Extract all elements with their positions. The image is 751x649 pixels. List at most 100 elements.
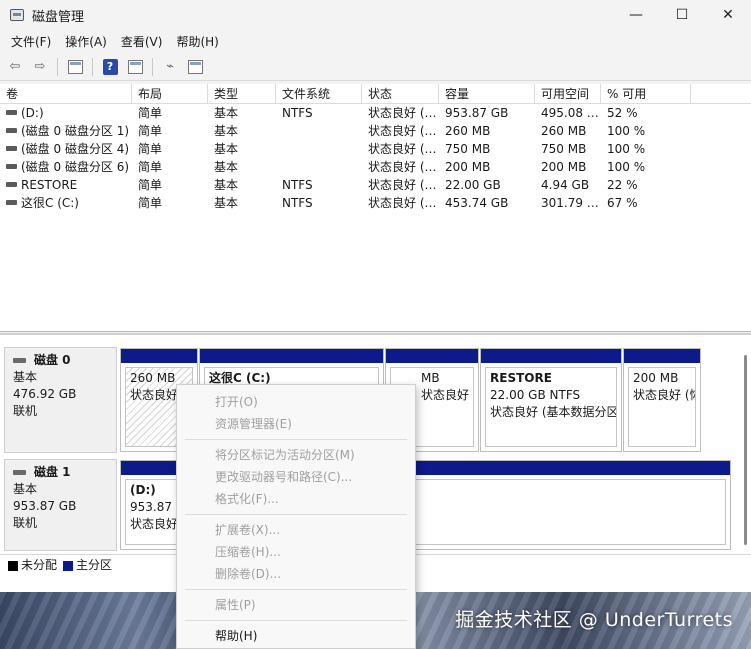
menu-file[interactable]: 文件(F) <box>4 33 58 50</box>
cell-free-space: 4.94 GB <box>535 176 601 194</box>
context-menu-item[interactable]: 资源管理器(E) <box>177 413 415 435</box>
cell-text: 状态良好 (… <box>368 142 437 156</box>
cell-text: (磁盘 0 磁盘分区 4) <box>21 142 130 156</box>
column-header-capacity[interactable]: 容量 <box>439 84 535 103</box>
volume-list-body: (D:) 简单 基本 NTFS 状态良好 (… 953.87 GB 495.08 … 52 %… <box>0 104 751 212</box>
connect-icon[interactable]: ⌁ <box>159 57 181 77</box>
menu-separator <box>185 589 407 590</box>
cell-text: 简单 <box>138 124 163 138</box>
column-header-layout[interactable]: 布局 <box>132 84 208 103</box>
partition-restore[interactable]: RESTORE 22.00 GB NTFS 状态良好 (基本数据分区 <box>480 348 622 452</box>
view-icon[interactable] <box>124 57 146 77</box>
table-row[interactable]: 这很C (C:) 简单 基本 NTFS 状态良好 (… 453.74 GB 301.79 …… <box>0 194 751 212</box>
cell-text: 状态良好 (… <box>368 178 437 192</box>
disk-0-size: 476.92 GB <box>13 387 77 401</box>
context-menu: 打开(O) 资源管理器(E) 将分区标记为活动分区(M) 更改驱动器号和路径(C)..… <box>176 384 416 649</box>
cell-free-space: 260 MB <box>535 122 601 140</box>
watermark-text: 掘金技术社区 @ UnderTurrets <box>455 609 733 631</box>
cell-volume: (磁盘 0 磁盘分区 4) <box>0 140 132 158</box>
table-row[interactable]: (D:) 简单 基本 NTFS 状态良好 (… 953.87 GB 495.08 … 52 % <box>0 104 751 122</box>
context-menu-item[interactable]: 帮助(H) <box>177 625 415 647</box>
partition-bar <box>481 349 621 363</box>
partition-body: RESTORE 22.00 GB NTFS 状态良好 (基本数据分区 <box>485 367 617 447</box>
cell-filesystem: NTFS <box>276 194 362 212</box>
partition-size: MB <box>421 371 440 385</box>
menu-action[interactable]: 操作(A) <box>58 33 114 50</box>
cell-free-space: 301.79 … <box>535 194 601 212</box>
table-row[interactable]: (磁盘 0 磁盘分区 6) 简单 基本 状态良好 (… 200 MB 200 MB 100 … <box>0 158 751 176</box>
context-menu-item[interactable]: 压缩卷(H)... <box>177 541 415 563</box>
vertical-scrollbar[interactable] <box>744 355 747 545</box>
cell-volume: (磁盘 0 磁盘分区 1) <box>0 122 132 140</box>
column-header-free-space[interactable]: 可用空间 <box>535 84 601 103</box>
cell-text: 状态良好 (… <box>368 106 437 120</box>
volume-icon <box>6 128 17 133</box>
legend-unallocated: 未分配 <box>8 556 57 573</box>
maximize-button[interactable]: ☐ <box>659 0 705 30</box>
disk-management-app-icon <box>10 9 24 21</box>
legend-swatch-primary <box>63 560 74 571</box>
table-row[interactable]: (磁盘 0 磁盘分区 1) 简单 基本 状态良好 (… 260 MB 260 MB 100 … <box>0 122 751 140</box>
cell-capacity: 200 MB <box>439 158 535 176</box>
cell-text: 750 MB <box>445 142 491 156</box>
column-header-status[interactable]: 状态 <box>362 84 439 103</box>
disk-1-size: 953.87 GB <box>13 499 77 513</box>
partition-size: 200 MB <box>633 371 679 385</box>
back-icon[interactable]: ⇦ <box>4 57 26 77</box>
partition-name: RESTORE <box>490 371 552 385</box>
cell-type: 基本 <box>208 176 276 194</box>
cell-text: 4.94 GB <box>541 178 590 192</box>
context-menu-item[interactable]: 删除卷(D)... <box>177 563 415 585</box>
disk-1-name: 磁盘 1 <box>34 465 71 479</box>
cell-text: 这很C (C:) <box>21 196 79 210</box>
toolbar-separator <box>92 57 93 76</box>
table-row[interactable]: RESTORE 简单 基本 NTFS 状态良好 (… 22.00 GB 4.94 GB 22 … <box>0 176 751 194</box>
context-menu-item[interactable]: 打开(O) <box>177 391 415 413</box>
partition-disk0-6[interactable]: 200 MB 状态良好 (恢 <box>623 348 701 452</box>
menu-bar: 文件(F) 操作(A) 查看(V) 帮助(H) <box>0 30 751 53</box>
cell-text: 简单 <box>138 196 163 210</box>
table-row[interactable]: (磁盘 0 磁盘分区 4) 简单 基本 状态良好 (… 750 MB 750 MB 100 … <box>0 140 751 158</box>
disk-1-info[interactable]: 磁盘 1 基本 953.87 GB 联机 <box>4 459 117 551</box>
column-header-type[interactable]: 类型 <box>208 84 276 103</box>
disk-0-info[interactable]: 磁盘 0 基本 476.92 GB 联机 <box>4 347 117 453</box>
minimize-button[interactable]: — <box>613 0 659 30</box>
partition-bar <box>121 349 197 363</box>
cell-text: 基本 <box>214 160 239 174</box>
menu-separator <box>185 439 407 440</box>
cell-status: 状态良好 (… <box>362 176 439 194</box>
help-icon[interactable]: ? <box>99 57 121 77</box>
cell-text: 453.74 GB <box>445 196 509 210</box>
partition-size: 22.00 GB NTFS <box>490 388 581 402</box>
disk-1-status: 联机 <box>13 516 38 530</box>
legend-label: 未分配 <box>21 558 58 572</box>
cell-type: 基本 <box>208 122 276 140</box>
context-menu-item[interactable]: 格式化(F)... <box>177 488 415 510</box>
properties-icon[interactable] <box>64 57 86 77</box>
partition-bar <box>200 349 383 363</box>
cell-volume: (D:) <box>0 104 132 122</box>
cell-percent-free: 100 % <box>601 140 691 158</box>
disk-0-status: 联机 <box>13 404 38 418</box>
column-header-filesystem[interactable]: 文件系统 <box>276 84 362 103</box>
volume-icon <box>6 146 17 151</box>
cell-percent-free: 52 % <box>601 104 691 122</box>
menu-view[interactable]: 查看(V) <box>114 33 170 50</box>
cell-text: 100 % <box>607 142 646 156</box>
settings-icon[interactable] <box>184 57 206 77</box>
close-button[interactable]: ✕ <box>705 0 751 30</box>
menu-help[interactable]: 帮助(H) <box>169 33 225 50</box>
forward-icon[interactable]: ⇨ <box>29 57 51 77</box>
cell-text: 状态良好 (… <box>368 196 437 210</box>
partition-bar <box>624 349 700 363</box>
cell-capacity: 453.74 GB <box>439 194 535 212</box>
volume-list: 卷 布局 类型 文件系统 状态 容量 可用空间 % 可用 (D:) 简单 基本 NTF… <box>0 84 751 332</box>
context-menu-item[interactable]: 将分区标记为活动分区(M) <box>177 444 415 466</box>
cell-text: (磁盘 0 磁盘分区 1) <box>21 124 130 138</box>
context-menu-item[interactable]: 属性(P) <box>177 594 415 616</box>
column-header-volume[interactable]: 卷 <box>0 84 132 103</box>
cell-layout: 简单 <box>132 104 208 122</box>
column-header-percent-free[interactable]: % 可用 <box>601 84 691 103</box>
context-menu-item[interactable]: 扩展卷(X)... <box>177 519 415 541</box>
context-menu-item[interactable]: 更改驱动器号和路径(C)... <box>177 466 415 488</box>
